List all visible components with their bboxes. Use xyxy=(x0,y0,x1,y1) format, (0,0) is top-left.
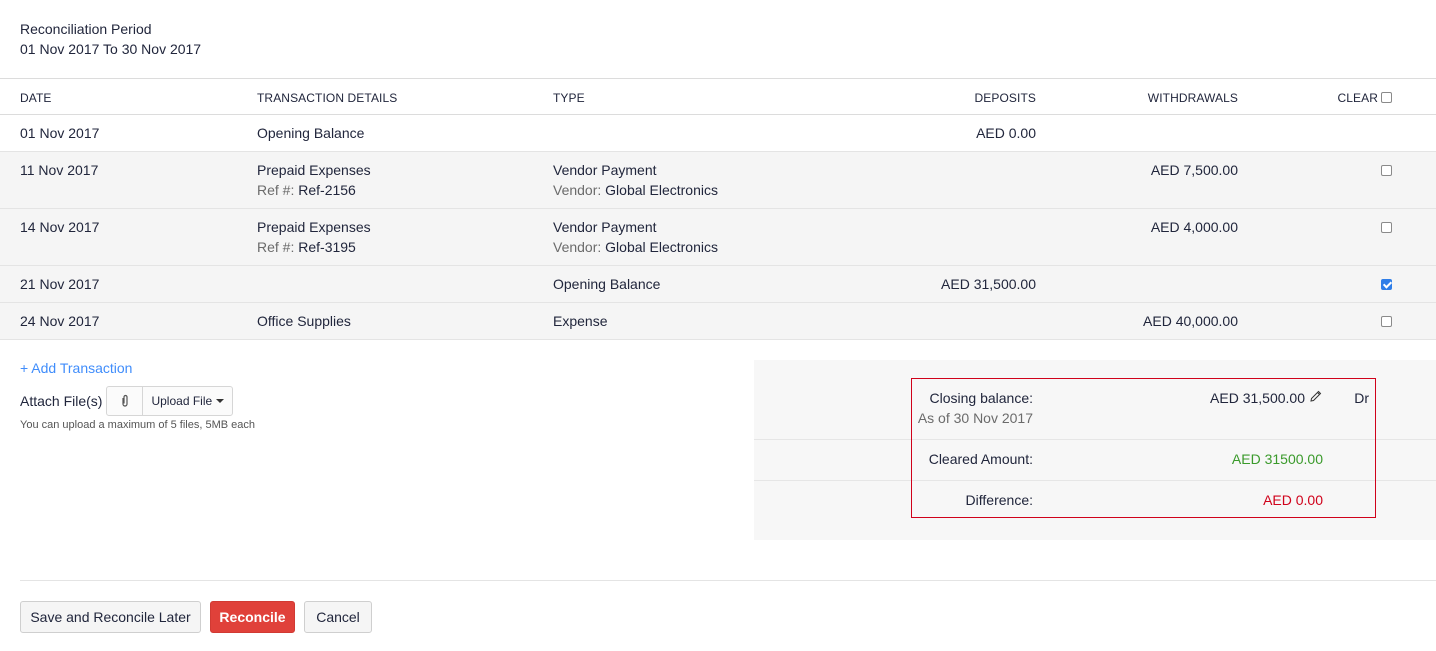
clear-checkbox[interactable] xyxy=(1381,316,1392,327)
attach-files: Attach File(s) Upload File xyxy=(20,386,234,416)
clear-all-checkbox[interactable] xyxy=(1381,92,1392,103)
paperclip-icon[interactable] xyxy=(107,387,144,415)
row-withdrawal: AED 7,500.00 xyxy=(1150,162,1238,178)
row-type: Vendor Payment xyxy=(553,219,657,235)
vendor-value: Global Electronics xyxy=(605,182,718,198)
period-value: 01 Nov 2017 To 30 Nov 2017 xyxy=(20,41,202,57)
summary-highlight-box xyxy=(911,378,1376,518)
upload-hint: You can upload a maximum of 5 files, 5MB… xyxy=(20,419,256,431)
table-header: DATE TRANSACTION DETAILS TYPE DEPOSITS W… xyxy=(0,78,1436,115)
row-type: Expense xyxy=(553,313,608,329)
row-withdrawal: AED 4,000.00 xyxy=(1150,219,1238,235)
ref-label: Ref #: xyxy=(257,182,295,198)
cancel-button[interactable]: Cancel xyxy=(304,601,372,633)
table-row: 21 Nov 2017 Opening Balance AED 31,500.0… xyxy=(0,266,1436,303)
col-transaction-details: TRANSACTION DETAILS xyxy=(257,91,398,105)
row-date: 11 Nov 2017 xyxy=(20,162,99,178)
transactions-table: DATE TRANSACTION DETAILS TYPE DEPOSITS W… xyxy=(0,78,1436,340)
col-type: TYPE xyxy=(553,91,585,105)
row-type: Opening Balance xyxy=(553,276,661,292)
reconciliation-period: Reconciliation Period 01 Nov 2017 To 30 … xyxy=(20,19,201,59)
row-ref: Ref #: Ref-3195 xyxy=(257,237,356,257)
table-row: 11 Nov 2017 Prepaid Expenses Ref #: Ref-… xyxy=(0,152,1436,209)
reconcile-button[interactable]: Reconcile xyxy=(210,601,295,633)
upload-file-label: Upload File xyxy=(151,394,213,408)
row-type: Vendor Payment xyxy=(553,162,657,178)
table-row: 01 Nov 2017 Opening Balance AED 0.00 xyxy=(0,115,1436,152)
row-details: Prepaid Expenses xyxy=(257,219,371,235)
row-details: Opening Balance xyxy=(257,125,365,141)
save-and-reconcile-later-button[interactable]: Save and Reconcile Later xyxy=(20,601,201,633)
vendor-label: Vendor: xyxy=(553,239,602,255)
row-deposit: AED 31,500.00 xyxy=(941,276,1036,292)
footer-divider xyxy=(20,580,1436,581)
row-date: 01 Nov 2017 xyxy=(20,125,100,141)
row-vendor: Vendor: Global Electronics xyxy=(553,180,718,200)
reconciliation-summary: Closing balance: As of 30 Nov 2017 AED 3… xyxy=(754,360,1436,540)
col-date: DATE xyxy=(20,91,52,105)
col-withdrawals: WITHDRAWALS xyxy=(1147,91,1238,105)
row-ref: Ref #: Ref-2156 xyxy=(257,180,356,200)
row-date: 21 Nov 2017 xyxy=(20,276,100,292)
ref-label: Ref #: xyxy=(257,239,295,255)
clear-checkbox[interactable] xyxy=(1381,165,1392,176)
attach-label: Attach File(s) xyxy=(20,393,103,409)
row-details: Prepaid Expenses xyxy=(257,162,371,178)
add-transaction-link[interactable]: + Add Transaction xyxy=(20,360,132,376)
table-row: 24 Nov 2017 Office Supplies Expense AED … xyxy=(0,303,1436,340)
caret-down-icon xyxy=(216,399,225,403)
row-vendor: Vendor: Global Electronics xyxy=(553,237,718,257)
row-date: 24 Nov 2017 xyxy=(20,313,100,329)
row-details: Office Supplies xyxy=(257,313,351,329)
clear-checkbox[interactable] xyxy=(1381,222,1392,233)
table-row: 14 Nov 2017 Prepaid Expenses Ref #: Ref-… xyxy=(0,209,1436,266)
upload-control: Upload File xyxy=(106,386,234,416)
row-withdrawal: AED 40,000.00 xyxy=(1143,313,1238,329)
vendor-label: Vendor: xyxy=(553,182,602,198)
ref-value: Ref-3195 xyxy=(298,239,356,255)
period-label: Reconciliation Period xyxy=(20,21,152,37)
ref-value: Ref-2156 xyxy=(298,182,356,198)
vendor-value: Global Electronics xyxy=(605,239,718,255)
upload-file-button[interactable]: Upload File xyxy=(143,387,232,415)
row-deposit: AED 0.00 xyxy=(976,125,1036,141)
row-date: 14 Nov 2017 xyxy=(20,219,100,235)
col-clear: CLEAR xyxy=(1337,91,1378,105)
col-deposits: DEPOSITS xyxy=(974,91,1036,105)
clear-checkbox[interactable] xyxy=(1381,279,1392,290)
